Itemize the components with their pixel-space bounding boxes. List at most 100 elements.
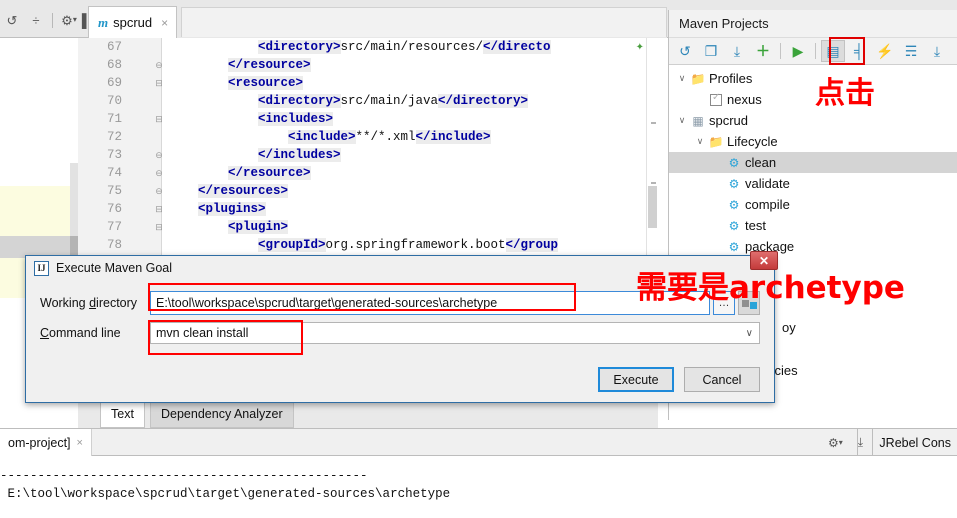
- execute-button[interactable]: Execute: [598, 367, 674, 392]
- tree-item-label: test: [745, 218, 766, 233]
- collapse-all-icon[interactable]: ⤓: [925, 40, 949, 62]
- tab-text[interactable]: Text: [100, 401, 145, 428]
- console-output[interactable]: ----------------------------------------…: [0, 457, 957, 518]
- close-icon[interactable]: ×: [77, 437, 83, 449]
- code-line[interactable]: 76 ⊟ <plugins>: [78, 200, 658, 218]
- tree-item-label: nexus: [727, 92, 762, 107]
- xml-tag: <plugin>: [228, 220, 289, 234]
- tree-item-compile[interactable]: ⚙ compile: [669, 194, 957, 215]
- code-line[interactable]: 78 <groupId>org.springframework.boot</gro…: [78, 236, 658, 254]
- xml-tag: <directory>: [258, 94, 341, 108]
- gear-icon[interactable]: ⚙ ▾: [822, 436, 848, 450]
- xml-tag: <resource>: [228, 76, 304, 90]
- settings-icon[interactable]: ⚙ ▾: [57, 9, 81, 31]
- fold-marker-icon[interactable]: ⊟: [154, 200, 164, 218]
- editor-marker: [651, 122, 656, 124]
- tree-item-nexus[interactable]: nexus: [669, 89, 957, 110]
- xml-tag: </resource>: [228, 58, 311, 72]
- xml-tag: </include>: [415, 130, 491, 144]
- line-number: 77: [106, 220, 122, 234]
- tree-item-spcrud[interactable]: ∨ ▦ spcrud: [669, 110, 957, 131]
- code-line[interactable]: 73 ⊖ </includes>: [78, 146, 658, 164]
- editor-code-area[interactable]: 67 <directory>src/main/resources/</direct…: [78, 38, 658, 254]
- editor-tabstrip: m spcrud ×: [88, 0, 667, 38]
- line-number: 73: [106, 148, 122, 162]
- toggle-skip-tests-icon[interactable]: ⚡: [873, 40, 897, 62]
- tree-item-label: spcrud: [709, 113, 749, 128]
- chevron-down-icon[interactable]: ∨: [746, 328, 753, 339]
- fold-marker-icon[interactable]: ⊖: [154, 56, 164, 74]
- download-sources-icon[interactable]: ⤓: [725, 40, 749, 62]
- export-icon[interactable]: ⤓: [848, 435, 872, 450]
- tree-item-label: validate: [745, 176, 790, 191]
- editor-scrollbar-thumb[interactable]: [648, 186, 657, 228]
- code-line[interactable]: 70 <directory>src/main/java</directory>: [78, 92, 658, 110]
- cancel-button[interactable]: Cancel: [684, 367, 760, 392]
- split-icon[interactable]: ÷: [24, 9, 48, 31]
- xml-tag: </resources>: [198, 184, 289, 198]
- show-dependencies-icon[interactable]: ☴: [899, 40, 923, 62]
- code-line[interactable]: 68 ⊖ </resource>: [78, 56, 658, 74]
- fold-marker-icon[interactable]: ⊟: [154, 218, 164, 236]
- fold-marker-icon[interactable]: ⊖: [154, 182, 164, 200]
- maven-tree[interactable]: ∨📁Profiles nexus ∨▦spcrud∨📁Lifecycle⚙clean…: [669, 65, 957, 257]
- generate-sources-icon[interactable]: ❐: [699, 40, 723, 62]
- tree-item-validate[interactable]: ⚙ validate: [669, 173, 957, 194]
- reimport-icon[interactable]: ↺: [673, 40, 697, 62]
- chevron-down-icon[interactable]: ∨: [675, 73, 689, 84]
- xml-tag: <plugins>: [198, 202, 266, 216]
- run-icon[interactable]: ▶: [786, 40, 810, 62]
- console-line: E:\tool\workspace\spcrud\target\generate…: [0, 487, 451, 501]
- toggle-offline-icon[interactable]: ╡: [847, 40, 871, 62]
- code-line[interactable]: 67 <directory>src/main/resources/</direct…: [78, 38, 658, 56]
- code-text: </includes>: [258, 146, 341, 164]
- chevron-down-icon[interactable]: ∨: [693, 136, 707, 147]
- code-line[interactable]: 77 ⊟ <plugin>: [78, 218, 658, 236]
- editor-marker: [651, 182, 656, 184]
- xml-value: org.springframework.boot: [325, 238, 506, 252]
- chevron-down-icon[interactable]: ∨: [675, 115, 689, 126]
- command-line-value: mvn clean install: [156, 326, 249, 340]
- run-console-tabbar-right: ⚙ ▾ ⤓ JRebel Cons: [822, 429, 957, 456]
- wd-label-post: irectory: [96, 296, 138, 310]
- tree-item-label: Lifecycle: [727, 134, 778, 149]
- back-icon[interactable]: ↺: [0, 9, 24, 31]
- tree-item-label: compile: [745, 197, 790, 212]
- code-text: <plugin>: [228, 218, 289, 236]
- fold-marker-icon[interactable]: ⊟: [154, 74, 164, 92]
- tree-item-profiles[interactable]: ∨ 📁 Profiles: [669, 68, 957, 89]
- inspection-warning-icon: ✦: [635, 42, 644, 53]
- code-line[interactable]: 75 ⊖ </resources>: [78, 182, 658, 200]
- tree-item-package[interactable]: ⚙ package: [669, 236, 957, 257]
- jrebel-console-tab[interactable]: JRebel Cons: [872, 429, 957, 456]
- toolbar-divider: [52, 12, 53, 28]
- fold-marker-icon[interactable]: ⊖: [154, 164, 164, 182]
- code-line[interactable]: 69 ⊟ <resource>: [78, 74, 658, 92]
- tabbar-divider: [857, 428, 858, 456]
- working-directory-label: Working directory: [40, 296, 150, 310]
- goal-gear-icon: ⚙: [728, 155, 740, 170]
- toolbar-divider: [780, 43, 781, 59]
- maven-toolbar: ↺ ❐ ⤓ ＋ ▶ ▤ ╡ ⚡ ☴ ⤓: [669, 37, 957, 65]
- close-icon[interactable]: ×: [161, 16, 168, 30]
- tab-dependency-analyzer[interactable]: Dependency Analyzer: [150, 401, 294, 428]
- code-line[interactable]: 71 ⊟ <includes>: [78, 110, 658, 128]
- xml-tag: </directory>: [438, 94, 529, 108]
- tree-item-test[interactable]: ⚙ test: [669, 215, 957, 236]
- tree-item-lifecycle[interactable]: ∨ 📁 Lifecycle: [669, 131, 957, 152]
- add-maven-project-icon[interactable]: ＋: [751, 40, 775, 62]
- fold-marker-icon[interactable]: ⊖: [154, 146, 164, 164]
- tabstrip-empty-area: [181, 7, 667, 37]
- checkbox-icon[interactable]: [710, 92, 722, 106]
- working-directory-input[interactable]: E:\tool\workspace\spcrud\target\generate…: [150, 291, 710, 315]
- editor-tab-spcrud[interactable]: m spcrud ×: [88, 6, 178, 38]
- run-console-tab-label: om-project]: [8, 435, 71, 450]
- code-line[interactable]: 74 ⊖ </resource>: [78, 164, 658, 182]
- fold-marker-icon[interactable]: ⊟: [154, 110, 164, 128]
- run-console-tab[interactable]: om-project] ×: [0, 429, 92, 456]
- tree-item-deploy-partial[interactable]: oy: [782, 320, 796, 335]
- execute-maven-goal-icon[interactable]: ▤: [821, 40, 845, 62]
- command-line-input[interactable]: mvn clean install ∨: [150, 322, 760, 344]
- tree-item-clean[interactable]: ⚙ clean: [669, 152, 957, 173]
- code-line[interactable]: 72 <include>**/*.xml</include>: [78, 128, 658, 146]
